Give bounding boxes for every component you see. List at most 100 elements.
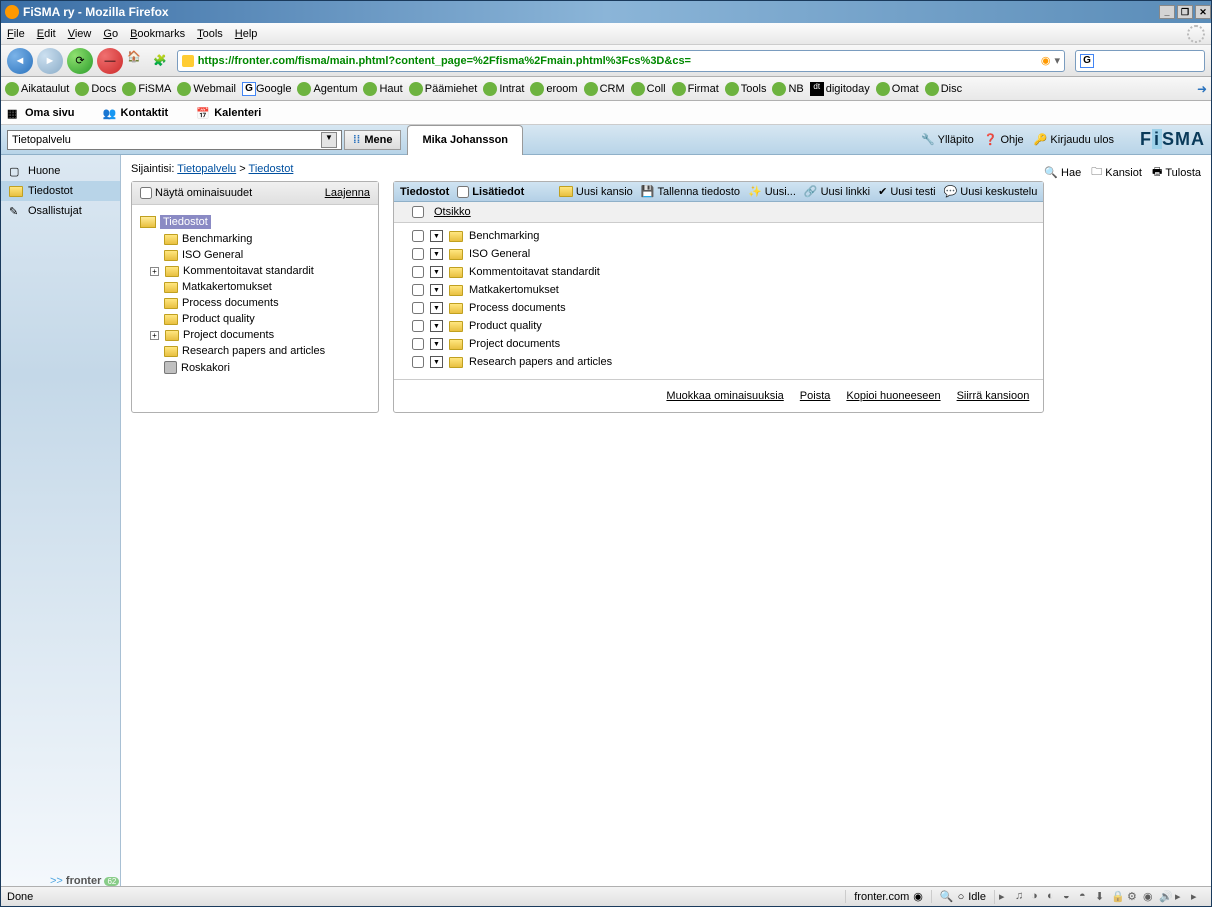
row-checkbox[interactable] — [412, 284, 424, 296]
menu-bookmarks[interactable]: Bookmarks — [130, 28, 185, 40]
file-row[interactable]: ▼Process documents — [412, 299, 1033, 317]
home-button[interactable]: 🏠 — [127, 50, 149, 72]
move-link[interactable]: Siirrä kansioon — [957, 390, 1030, 402]
bookmark-item[interactable]: eroom — [530, 82, 577, 96]
row-menu-icon[interactable]: ▼ — [430, 356, 443, 368]
row-checkbox[interactable] — [412, 356, 424, 368]
tray-icon[interactable]: ◐ — [1047, 890, 1061, 904]
bookmark-item[interactable]: Agentum — [297, 82, 357, 96]
delete-link[interactable]: Poista — [800, 390, 831, 402]
tree-node[interactable]: +Kommentoitavat standardit — [136, 263, 374, 279]
file-row[interactable]: ▼ISO General — [412, 245, 1033, 263]
tray-icon[interactable]: ◒ — [1063, 890, 1077, 904]
show-properties-checkbox[interactable]: Näytä ominaisuudet — [140, 187, 252, 199]
expand-icon[interactable]: + — [150, 331, 159, 340]
new-folder-button[interactable]: Uusi kansio — [559, 186, 633, 198]
col-title[interactable]: Otsikko — [434, 206, 471, 218]
minimize-button[interactable]: _ — [1159, 5, 1175, 19]
tray-icon[interactable]: ◉ — [1143, 890, 1157, 904]
logout-link[interactable]: 🔑Kirjaudu ulos — [1034, 133, 1114, 146]
back-button[interactable]: ◄ — [7, 48, 33, 74]
bookmark-item[interactable]: Aikataulut — [5, 82, 69, 96]
crumb-room[interactable]: Tietopalvelu — [177, 163, 236, 175]
row-menu-icon[interactable]: ▼ — [430, 266, 443, 278]
row-menu-icon[interactable]: ▼ — [430, 230, 443, 242]
help-link[interactable]: ❓Ohje — [984, 133, 1024, 146]
nav-osallistujat[interactable]: ✎Osallistujat — [1, 201, 120, 221]
tray-icon[interactable]: ◑ — [1031, 890, 1045, 904]
bookmark-item[interactable]: Tools — [725, 82, 767, 96]
file-row[interactable]: ▼Product quality — [412, 317, 1033, 335]
extra-info-checkbox[interactable]: Lisätiedot — [457, 186, 524, 198]
bookmark-item[interactable]: Päämiehet — [409, 82, 478, 96]
tray-icon[interactable]: ⬇ — [1095, 890, 1109, 904]
save-file-button[interactable]: 💾Tallenna tiedosto — [641, 185, 740, 198]
bookmark-item[interactable]: Firmat — [672, 82, 719, 96]
row-checkbox[interactable] — [412, 266, 424, 278]
expand-icon[interactable]: + — [150, 267, 159, 276]
search-action[interactable]: 🔍Hae — [1044, 163, 1081, 182]
bookmark-item[interactable]: Omat — [876, 82, 919, 96]
tree-node[interactable]: Process documents — [136, 295, 374, 311]
tree-node[interactable]: +Project documents — [136, 327, 374, 343]
row-checkbox[interactable] — [412, 302, 424, 314]
bookmark-item[interactable]: dtdigitoday — [810, 82, 870, 96]
reload-button[interactable]: ⟳ — [67, 48, 93, 74]
bookmark-item[interactable]: Coll — [631, 82, 666, 96]
nav-kalenteri[interactable]: 📅Kalenteri — [196, 107, 261, 119]
rss-icon[interactable]: ◉ — [1041, 54, 1051, 67]
select-all-checkbox[interactable] — [412, 206, 424, 218]
new-button[interactable]: ✨Uusi... — [748, 185, 796, 198]
bookmark-item[interactable]: Webmail — [177, 82, 236, 96]
menu-file[interactable]: File — [7, 28, 25, 40]
dropdown-icon[interactable]: ▼ — [321, 132, 337, 148]
copy-link[interactable]: Kopioi huoneeseen — [846, 390, 940, 402]
menu-go[interactable]: Go — [103, 28, 118, 40]
search-box[interactable]: G — [1075, 50, 1205, 72]
row-checkbox[interactable] — [412, 338, 424, 350]
file-row[interactable]: ▼Matkakertomukset — [412, 281, 1033, 299]
new-test-button[interactable]: ✔Uusi testi — [878, 185, 935, 198]
row-checkbox[interactable] — [412, 248, 424, 260]
bookmark-item[interactable]: Intrat — [483, 82, 524, 96]
tree-node[interactable]: ISO General — [136, 247, 374, 263]
restore-button[interactable]: ❐ — [1177, 5, 1193, 19]
new-link-button[interactable]: 🔗Uusi linkki — [804, 185, 870, 198]
tray-icon[interactable]: ♫ — [1015, 890, 1029, 904]
nav-huone[interactable]: ▢Huone — [1, 161, 120, 181]
tray-icon[interactable]: ▸ — [1175, 890, 1189, 904]
row-menu-icon[interactable]: ▼ — [430, 320, 443, 332]
bookmark-item[interactable]: CRM — [584, 82, 625, 96]
tray-icon[interactable]: ▸ — [1191, 890, 1205, 904]
file-row[interactable]: ▼Benchmarking — [412, 227, 1033, 245]
tree-node[interactable]: Benchmarking — [136, 231, 374, 247]
bookmark-item[interactable]: NB — [772, 82, 803, 96]
print-action[interactable]: 🖶Tulosta — [1152, 163, 1201, 182]
row-checkbox[interactable] — [412, 230, 424, 242]
tree-root[interactable]: Tiedostot — [136, 213, 374, 231]
room-select[interactable]: Tietopalvelu ▼ — [7, 130, 342, 150]
tray-icon[interactable]: ⚙ — [1127, 890, 1141, 904]
bookmark-item[interactable]: Docs — [75, 82, 116, 96]
new-discussion-button[interactable]: 💬Uusi keskustelu — [944, 185, 1038, 198]
row-menu-icon[interactable]: ▼ — [430, 302, 443, 314]
tray-icon[interactable]: 🔒 — [1111, 890, 1125, 904]
url-dropdown-icon[interactable]: ▾ — [1054, 54, 1060, 67]
file-row[interactable]: ▼Project documents — [412, 335, 1033, 353]
expand-link[interactable]: Laajenna — [325, 187, 370, 199]
bookmark-item[interactable]: FiSMA — [122, 82, 171, 96]
nav-oma-sivu[interactable]: ▦Oma sivu — [7, 107, 75, 119]
bookmarks-overflow[interactable]: ➜ — [1197, 82, 1207, 96]
row-menu-icon[interactable]: ▼ — [430, 248, 443, 260]
tray-icon[interactable]: ◓ — [1079, 890, 1093, 904]
tree-node[interactable]: Matkakertomukset — [136, 279, 374, 295]
tray-icon[interactable]: 🔊 — [1159, 890, 1173, 904]
row-checkbox[interactable] — [412, 320, 424, 332]
row-menu-icon[interactable]: ▼ — [430, 284, 443, 296]
row-menu-icon[interactable]: ▼ — [430, 338, 443, 350]
menu-tools[interactable]: Tools — [197, 28, 223, 40]
bookmark-item[interactable]: Disc — [925, 82, 962, 96]
tray-icon[interactable]: ▸ — [999, 890, 1013, 904]
go-button[interactable]: ⁞⁞Mene — [344, 130, 401, 150]
url-bar[interactable]: https://fronter.com/fisma/main.phtml?con… — [177, 50, 1065, 72]
